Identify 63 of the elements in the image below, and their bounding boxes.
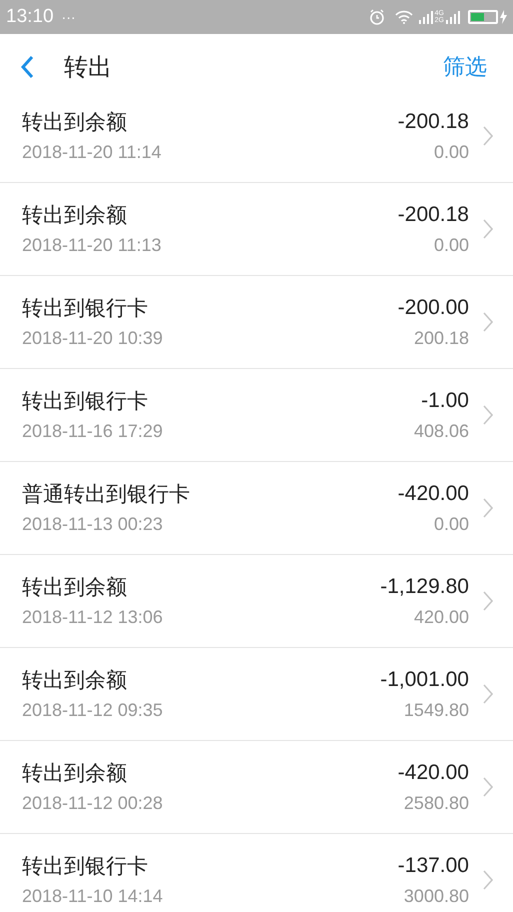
transaction-amount: -137.00	[398, 853, 469, 879]
transaction-title: 转出到银行卡	[22, 388, 149, 415]
transaction-title: 转出到余额	[22, 667, 128, 694]
transaction-time: 2018-11-13 00:23	[22, 513, 164, 536]
transaction-row[interactable]: 转出到余额 2018-11-20 11:13 -200.18 0.00	[0, 183, 513, 276]
balance-amount: 0.00	[434, 141, 469, 164]
balance-amount: 1549.80	[404, 699, 469, 722]
balance-amount: 2580.80	[404, 792, 469, 815]
transaction-row[interactable]: 转出到银行卡 2018-11-16 17:29 -1.00 408.06	[0, 369, 513, 462]
chevron-right-icon	[483, 777, 493, 797]
transaction-amount: -200.18	[398, 202, 469, 228]
chevron-right-icon	[483, 591, 493, 611]
wifi-icon	[394, 10, 413, 24]
transaction-time: 2018-11-16 17:29	[22, 420, 164, 443]
back-icon[interactable]	[20, 55, 34, 79]
balance-amount: 0.00	[434, 513, 469, 536]
transaction-row[interactable]: 普通转出到银行卡 2018-11-13 00:23 -420.00 0.00	[0, 462, 513, 555]
transaction-title: 转出到余额	[22, 574, 128, 601]
transaction-title: 转出到余额	[22, 202, 128, 229]
balance-amount: 408.06	[414, 420, 469, 443]
chevron-right-icon	[483, 219, 493, 239]
transaction-row[interactable]: 转出到余额 2018-11-12 00:28 -420.00 2580.80	[0, 741, 513, 834]
transaction-title: 转出到余额	[22, 109, 128, 136]
transaction-amount: -1,001.00	[380, 667, 469, 693]
transaction-amount: -200.18	[398, 109, 469, 135]
transaction-title: 转出到银行卡	[22, 853, 149, 880]
balance-amount: 420.00	[414, 606, 469, 629]
transaction-row[interactable]: 转出到余额 2018-11-12 13:06 -1,129.80 420.00	[0, 555, 513, 648]
chevron-right-icon	[483, 126, 493, 146]
transaction-row[interactable]: 转出到银行卡 2018-11-10 14:14 -137.00 3000.80	[0, 834, 513, 912]
signal-icon	[418, 10, 433, 24]
page-title: 转出	[64, 52, 112, 83]
chevron-right-icon	[483, 405, 493, 425]
chevron-right-icon	[483, 498, 493, 518]
transaction-title: 转出到余额	[22, 760, 128, 787]
transaction-amount: -420.00	[398, 481, 469, 507]
transaction-row[interactable]: 转出到余额 2018-11-20 11:14 -200.18 0.00	[0, 90, 513, 183]
transaction-amount: -420.00	[398, 760, 469, 786]
transaction-amount: -1,129.80	[380, 574, 469, 600]
transaction-row[interactable]: 转出到银行卡 2018-11-20 10:39 -200.00 200.18	[0, 276, 513, 369]
chevron-right-icon	[483, 312, 493, 332]
chevron-right-icon	[483, 684, 493, 704]
balance-amount: 0.00	[434, 234, 469, 257]
transaction-time: 2018-11-20 11:13	[22, 234, 162, 257]
transaction-title: 转出到银行卡	[22, 295, 149, 322]
transaction-amount: -200.00	[398, 295, 469, 321]
transaction-row[interactable]: 转出到余额 2018-11-12 09:35 -1,001.00 1549.80	[0, 648, 513, 741]
transaction-amount: -1.00	[421, 388, 469, 414]
balance-amount: 3000.80	[404, 885, 469, 908]
transaction-time: 2018-11-20 10:39	[22, 327, 164, 350]
status-time: 13:10	[6, 4, 54, 29]
chevron-right-icon	[483, 870, 493, 890]
balance-amount: 200.18	[414, 327, 469, 350]
transaction-time: 2018-11-20 11:14	[22, 141, 162, 164]
transaction-time: 2018-11-12 09:35	[22, 699, 164, 722]
battery-icon	[468, 10, 498, 24]
signal-icon	[446, 10, 460, 24]
transaction-time: 2018-11-12 00:28	[22, 792, 164, 815]
transaction-time: 2018-11-10 14:14	[22, 885, 164, 908]
status-more: ···	[62, 8, 76, 26]
alarm-icon	[368, 9, 385, 25]
transaction-title: 普通转出到银行卡	[22, 481, 191, 508]
transaction-time: 2018-11-12 13:06	[22, 606, 164, 629]
